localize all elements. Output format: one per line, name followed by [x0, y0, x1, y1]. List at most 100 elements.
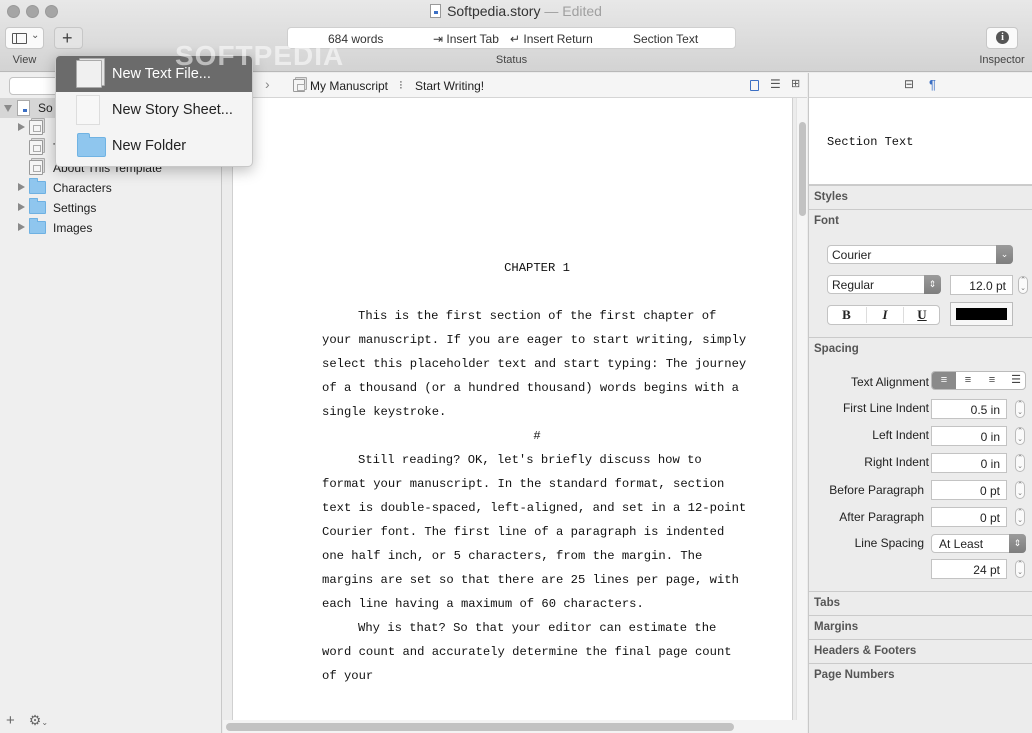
- before-paragraph-field[interactable]: 0 pt: [931, 480, 1007, 500]
- scroll-thumb[interactable]: [799, 122, 806, 216]
- breadcrumb-parent[interactable]: My Manuscript: [310, 79, 388, 93]
- forward-nav-chevron-icon[interactable]: ›: [265, 76, 270, 92]
- horizontal-scrollbar[interactable]: [223, 720, 807, 733]
- disclosure-collapsed-icon[interactable]: [18, 183, 25, 191]
- disclosure-collapsed-icon[interactable]: [18, 223, 25, 231]
- gear-menu-button[interactable]: ⚙⌄: [29, 712, 48, 728]
- line-spacing-value-field[interactable]: 24 pt: [931, 559, 1007, 579]
- status-bar: 684 words ⇥ Insert Tab ↵ Insert Return S…: [287, 27, 736, 49]
- margins-section-header[interactable]: Margins: [809, 615, 1032, 639]
- inspector-label: Inspector: [979, 54, 1025, 66]
- vertical-scrollbar[interactable]: [796, 98, 807, 720]
- after-paragraph-stepper[interactable]: ⌃ ⌄: [1015, 508, 1025, 526]
- paragraph-tab-icon[interactable]: ¶: [929, 77, 936, 92]
- text-file-icon: [29, 160, 43, 175]
- inspector-button[interactable]: i: [986, 27, 1018, 49]
- font-family-value: Courier: [832, 248, 872, 262]
- line-spacing-stepper[interactable]: ⌃ ⌄: [1015, 560, 1025, 578]
- font-family-select[interactable]: Courier ⌄: [827, 245, 1013, 264]
- page-numbers-section-header[interactable]: Page Numbers: [809, 663, 1032, 687]
- binder-item-settings[interactable]: Settings: [0, 198, 222, 218]
- menu-item-label: New Folder: [112, 138, 187, 154]
- menu-item-new-story-sheet[interactable]: New Story Sheet...: [56, 92, 252, 128]
- font-style-buttons: B I U: [827, 305, 940, 325]
- spacing-section-header[interactable]: Spacing: [809, 337, 1032, 361]
- font-color-well[interactable]: [950, 302, 1013, 326]
- chapter-heading: CHAPTER 1: [504, 261, 570, 275]
- binder-item-label: Settings: [53, 201, 97, 215]
- menu-item-label: New Text File...: [112, 66, 211, 82]
- page-view-icon[interactable]: [750, 80, 759, 91]
- document-page[interactable]: CHAPTER 1 This is the first section of t…: [232, 98, 793, 720]
- binder-item-images[interactable]: Images: [0, 218, 222, 238]
- align-right-icon[interactable]: ≡: [980, 372, 1004, 389]
- first-line-indent-stepper[interactable]: ⌃ ⌄: [1015, 400, 1025, 418]
- right-indent-field[interactable]: 0 in: [931, 453, 1007, 473]
- scroll-thumb[interactable]: [226, 723, 734, 731]
- styles-section-header[interactable]: Styles: [809, 185, 1032, 209]
- left-indent-field[interactable]: 0 in: [931, 426, 1007, 446]
- document-text[interactable]: CHAPTER 1 This is the first section of t…: [322, 256, 752, 688]
- add-item-button[interactable]: +: [6, 712, 15, 729]
- editor-header: › My Manuscript ⁝ Start Writing! ☰ ⊞: [223, 73, 807, 98]
- left-indent-stepper[interactable]: ⌃ ⌄: [1015, 427, 1025, 445]
- right-indent-stepper[interactable]: ⌃ ⌄: [1015, 454, 1025, 472]
- typeface-select[interactable]: Regular ⇕: [827, 275, 941, 294]
- breadcrumb-current[interactable]: Start Writing!: [415, 79, 484, 93]
- menu-item-new-text-file[interactable]: New Text File...: [56, 56, 252, 92]
- paragraph[interactable]: This is the first section of the first c…: [322, 304, 752, 424]
- insert-return-button[interactable]: ↵ Insert Return: [510, 32, 593, 46]
- tabs-section-header[interactable]: Tabs: [809, 591, 1032, 615]
- align-justify-icon[interactable]: ☰: [1004, 372, 1028, 389]
- inspector-tabs: ⊟ ¶: [809, 73, 1032, 98]
- line-spacing-select[interactable]: At Least ⇕: [931, 534, 1026, 553]
- first-line-indent-field[interactable]: 0.5 in: [931, 399, 1007, 419]
- text-stack-icon: [293, 79, 305, 92]
- view-label: View: [12, 54, 37, 66]
- folder-icon: [29, 178, 46, 194]
- before-paragraph-stepper[interactable]: ⌃ ⌄: [1015, 481, 1025, 499]
- new-item-menu: New Text File... New Story Sheet... New …: [55, 55, 253, 167]
- font-size-stepper[interactable]: ⌃ ⌄: [1018, 276, 1028, 294]
- after-paragraph-label: After Paragraph: [839, 510, 924, 524]
- outline-view-icon[interactable]: ☰: [770, 77, 781, 91]
- italic-button[interactable]: I: [866, 307, 903, 323]
- word-count: 684 words: [328, 32, 384, 46]
- font-size-field[interactable]: 12.0 pt: [950, 275, 1013, 295]
- bold-button[interactable]: B: [828, 307, 865, 323]
- line-spacing-label: Line Spacing: [854, 536, 924, 550]
- insert-tab-button[interactable]: ⇥ Insert Tab: [433, 32, 499, 46]
- folder-icon: [29, 218, 46, 234]
- after-paragraph-field[interactable]: 0 pt: [931, 507, 1007, 527]
- paragraph[interactable]: Why is that? So that your editor can est…: [322, 616, 752, 688]
- add-button[interactable]: +: [54, 27, 83, 49]
- headers-footers-section-header[interactable]: Headers & Footers: [809, 639, 1032, 663]
- section-break: #: [533, 429, 541, 443]
- disclosure-expanded-icon[interactable]: [4, 105, 12, 112]
- font-section-header[interactable]: Font: [809, 209, 1032, 233]
- grid-view-icon[interactable]: ⊞: [791, 77, 800, 90]
- style-preview-text: Section Text: [827, 135, 914, 149]
- binder-root-label: So: [38, 101, 53, 115]
- paragraph[interactable]: Still reading? OK, let's briefly discuss…: [322, 448, 752, 616]
- folder-icon: [29, 198, 46, 214]
- menu-item-new-folder[interactable]: New Folder: [56, 128, 252, 164]
- align-center-icon[interactable]: ≡: [956, 372, 980, 389]
- layout-tab-icon[interactable]: ⊟: [904, 77, 914, 91]
- view-button[interactable]: ⌄: [5, 27, 44, 49]
- disclosure-collapsed-icon[interactable]: [18, 203, 25, 211]
- disclosure-collapsed-icon[interactable]: [18, 123, 25, 131]
- current-style: Section Text: [633, 32, 699, 46]
- first-line-indent-label: First Line Indent: [842, 401, 929, 415]
- story-sheet-icon: [76, 95, 100, 125]
- color-swatch: [956, 308, 1007, 320]
- style-preview: Section Text: [809, 98, 1032, 185]
- text-file-icon: [29, 140, 43, 155]
- before-paragraph-label: Before Paragraph: [829, 483, 924, 497]
- binder-item-characters[interactable]: Characters: [0, 178, 222, 198]
- underline-button[interactable]: U: [903, 307, 940, 323]
- plus-icon: +: [62, 28, 73, 48]
- title-text: Softpedia.story: [447, 3, 541, 19]
- align-left-icon[interactable]: ≡: [932, 372, 956, 389]
- chevron-down-icon: ⌄: [31, 30, 40, 41]
